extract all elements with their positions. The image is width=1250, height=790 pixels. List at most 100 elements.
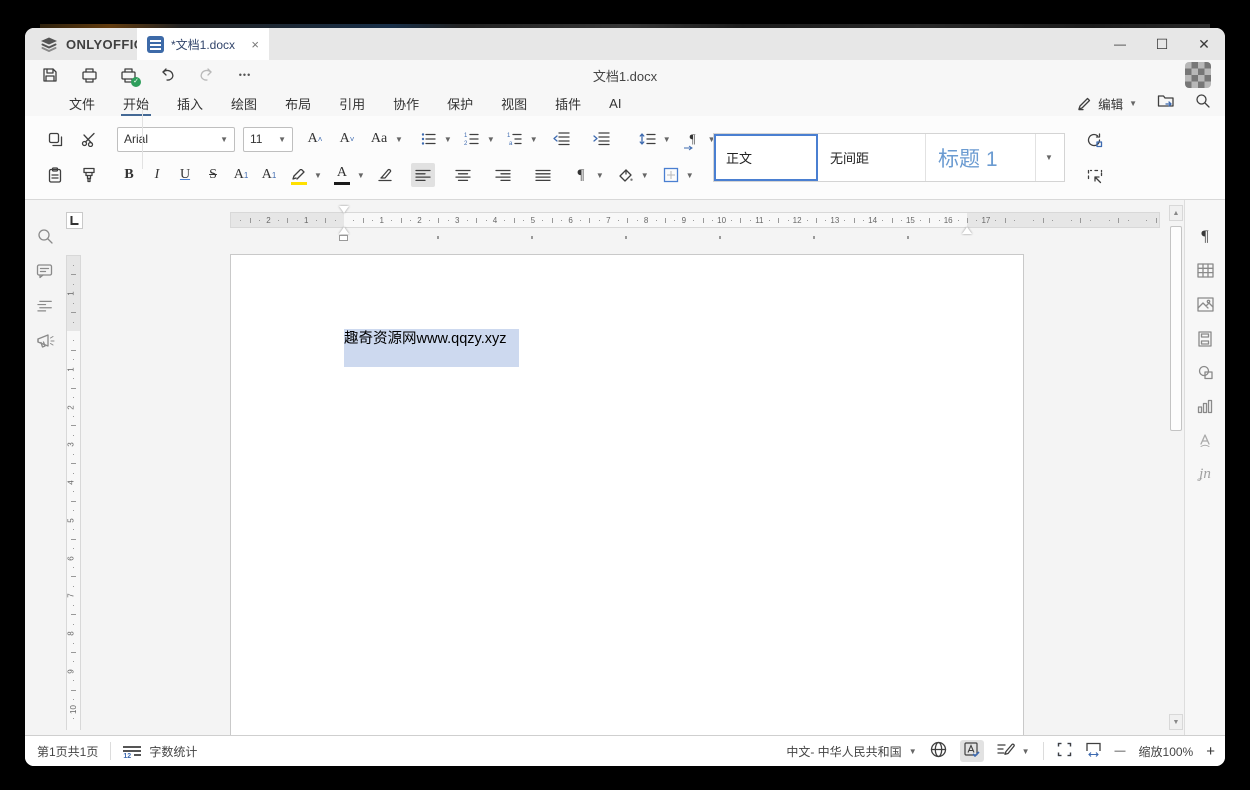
nonprinting-characters-button[interactable]: ¶	[569, 163, 593, 187]
align-center-button[interactable]	[451, 163, 475, 187]
find-icon[interactable]	[34, 226, 56, 246]
signature-settings-icon[interactable]: ʝn	[1194, 465, 1216, 484]
tab-stop-selector[interactable]	[66, 212, 83, 229]
strikethrough-button[interactable]: S	[201, 163, 225, 187]
styles-gallery-expand[interactable]: ▼	[1036, 134, 1062, 181]
feedback-icon[interactable]	[34, 331, 56, 351]
zoom-in-button[interactable]: +	[1206, 743, 1215, 760]
scroll-up-arrow[interactable]: ▲	[1169, 205, 1183, 221]
change-case-button[interactable]: Aa	[367, 127, 391, 151]
paragraph-direction-button[interactable]: ¶	[681, 127, 705, 151]
subscript-button[interactable]: A1	[257, 163, 281, 187]
tab-collaboration[interactable]: 协作	[379, 90, 433, 116]
print-button[interactable]	[80, 66, 98, 84]
bullets-button[interactable]	[417, 127, 441, 151]
document-page[interactable]: 趣奇资源网www.qqzy.xyz	[230, 254, 1024, 735]
bold-button[interactable]: B	[117, 163, 141, 187]
clear-style-button[interactable]	[373, 163, 397, 187]
tab-file[interactable]: 文件	[55, 90, 109, 116]
open-file-location-button[interactable]	[1157, 93, 1175, 113]
numbering-button[interactable]: 12	[460, 127, 484, 151]
tab-references[interactable]: 引用	[325, 90, 379, 116]
maximize-button[interactable]: ☐	[1141, 28, 1183, 60]
comments-icon[interactable]	[34, 261, 56, 281]
ruler-tick	[287, 218, 289, 223]
tab-ai[interactable]: AI	[595, 90, 635, 116]
paste-button[interactable]	[43, 163, 67, 187]
header-footer-settings-icon[interactable]	[1194, 329, 1216, 348]
tab-insert[interactable]: 插入	[163, 90, 217, 116]
paragraph-settings-icon[interactable]: ¶	[1194, 227, 1216, 246]
align-left-button[interactable]	[410, 163, 435, 187]
font-size-select[interactable]: 11 ▼	[243, 126, 293, 152]
underline-button[interactable]: U	[173, 163, 197, 187]
editing-mode-dropdown[interactable]: 编辑 ▼	[1077, 94, 1137, 113]
style-no-spacing[interactable]: 无间距	[818, 134, 926, 181]
minimize-button[interactable]: —	[1099, 28, 1141, 60]
chart-settings-icon[interactable]	[1194, 397, 1216, 416]
line-spacing-button[interactable]	[636, 127, 660, 151]
spell-check-toggle[interactable]	[959, 740, 984, 762]
first-line-indent-marker[interactable]	[339, 206, 349, 213]
justify-button[interactable]	[531, 163, 555, 187]
language-selector[interactable]: 中文- 中华人民共和国	[786, 743, 901, 760]
select-all-button[interactable]	[1083, 164, 1107, 188]
close-button[interactable]: ✕	[1183, 28, 1225, 60]
scrollbar-thumb[interactable]	[1170, 226, 1182, 431]
superscript-button[interactable]: A1	[229, 163, 253, 187]
highlight-color-button[interactable]	[287, 163, 311, 187]
italic-button[interactable]: I	[145, 163, 169, 187]
page-number-indicator[interactable]: 第1页共1页	[37, 743, 98, 760]
user-avatar[interactable]	[1185, 62, 1211, 88]
shape-settings-icon[interactable]	[1194, 363, 1216, 382]
tab-plugins[interactable]: 插件	[541, 90, 595, 116]
table-settings-icon[interactable]	[1194, 261, 1216, 280]
tab-layout[interactable]: 布局	[271, 90, 325, 116]
track-changes-button[interactable]	[996, 742, 1015, 760]
style-heading1[interactable]: 标题 1	[926, 134, 1036, 181]
customize-quick-access-button[interactable]: •••	[236, 66, 254, 84]
copy-style-button[interactable]	[77, 163, 101, 187]
style-normal[interactable]: 正文	[714, 134, 818, 181]
text-selection[interactable]: 趣奇资源网www.qqzy.xyz	[344, 329, 519, 367]
replace-button[interactable]	[1083, 128, 1107, 152]
fit-page-button[interactable]	[1057, 742, 1072, 760]
tab-draw[interactable]: 绘图	[217, 90, 271, 116]
tab-view[interactable]: 视图	[487, 90, 541, 116]
horizontal-ruler[interactable]: 2 1 1 2 3 4 5 6 7 8 9 10 11 12 13 14 15 16 17	[230, 206, 1160, 241]
undo-button[interactable]	[158, 66, 176, 84]
borders-button[interactable]	[659, 163, 683, 187]
search-button[interactable]	[1195, 93, 1211, 114]
decrease-indent-button[interactable]	[550, 127, 574, 151]
quick-print-button[interactable]: ✓	[119, 66, 141, 87]
document-tab[interactable]: *文档1.docx ×	[137, 28, 269, 60]
zoom-out-button[interactable]: —	[1115, 745, 1126, 757]
scroll-down-arrow[interactable]: ▼	[1169, 714, 1183, 730]
tab-home[interactable]: 开始	[109, 90, 163, 116]
fit-width-button[interactable]	[1085, 742, 1102, 760]
font-color-button[interactable]: A	[330, 163, 354, 187]
ruler-number: 10	[717, 216, 727, 225]
align-right-button[interactable]	[491, 163, 515, 187]
tab-protection[interactable]: 保护	[433, 90, 487, 116]
increase-indent-button[interactable]	[590, 127, 614, 151]
close-tab-icon[interactable]: ×	[251, 37, 259, 52]
text-art-settings-icon[interactable]	[1194, 431, 1216, 450]
image-settings-icon[interactable]	[1194, 295, 1216, 314]
save-button[interactable]	[41, 66, 59, 84]
navigation-headings-icon[interactable]	[34, 296, 56, 316]
redo-button[interactable]	[197, 66, 215, 84]
vertical-ruler[interactable]: 1 1 2 3 4 5 6 7 8 9 10	[66, 255, 81, 730]
shading-button[interactable]	[614, 163, 638, 187]
cut-button[interactable]	[77, 127, 101, 151]
ruler-tick	[787, 220, 789, 221]
decrease-font-size-button[interactable]: A ˅	[335, 127, 359, 151]
multilevel-list-button[interactable]: 1a	[503, 127, 527, 151]
zoom-value[interactable]: 缩放100%	[1139, 743, 1194, 760]
word-count-label[interactable]: 字数统计	[149, 743, 197, 760]
copy-button[interactable]	[43, 127, 67, 151]
increase-font-size-button[interactable]: A ˄	[303, 127, 327, 151]
set-language-globe-icon[interactable]	[930, 741, 947, 761]
vertical-scrollbar[interactable]: ▲ ▼	[1168, 200, 1184, 735]
font-name-select[interactable]: Arial ▼	[117, 126, 235, 152]
